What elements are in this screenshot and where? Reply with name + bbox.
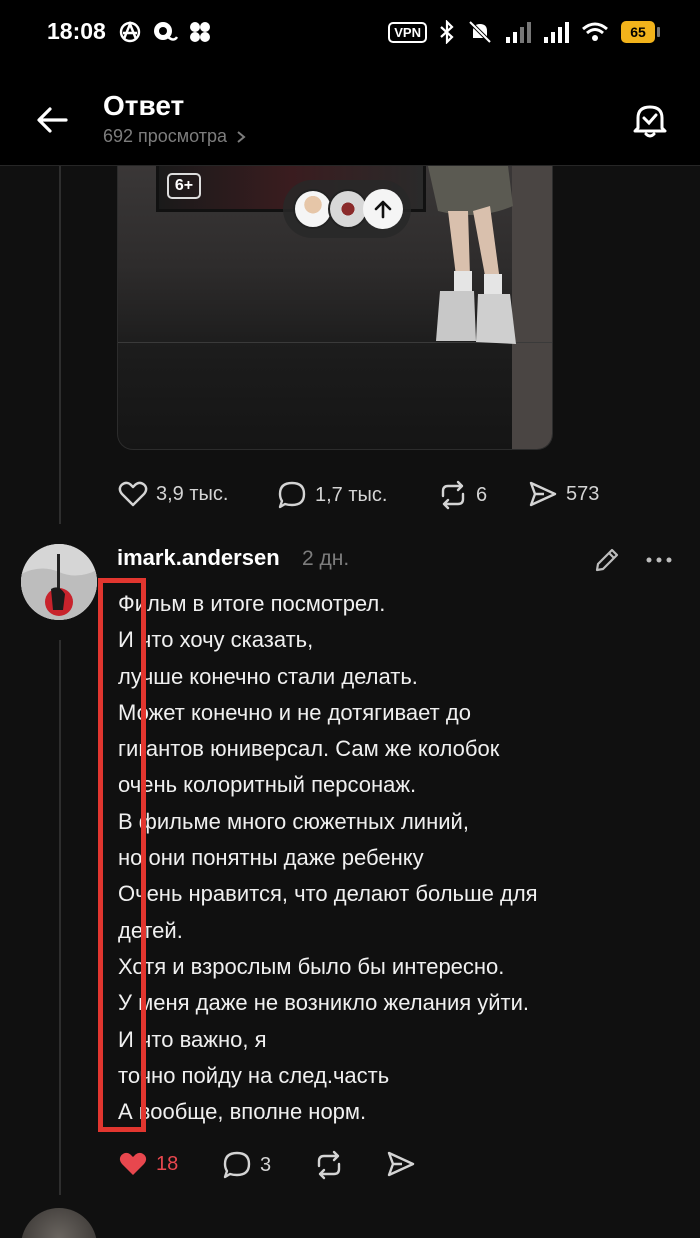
comment-time: 2 дн.: [302, 547, 350, 570]
post-image[interactable]: 6+: [117, 166, 553, 450]
comment-line: Может конечно и не дотягивает до: [118, 699, 471, 725]
repost-count: 6: [476, 483, 488, 506]
scroll-up-button[interactable]: [363, 189, 403, 229]
person-legs-image: [428, 166, 516, 344]
chevron-right-icon: [237, 130, 246, 143]
bell-check-icon: [633, 105, 667, 138]
like-count: 3,9 тыс.: [156, 482, 229, 505]
views-count: 692 просмотра: [103, 126, 228, 146]
more-dots-icon: [646, 557, 672, 563]
thread-line: [59, 166, 61, 524]
bluetooth-icon: [440, 20, 454, 44]
status-bar: 18:08 VPN 65: [0, 0, 700, 62]
comment-line: Очень нравится, что делают больше для: [118, 881, 538, 907]
comment-line: И что хочу сказать,: [118, 627, 314, 653]
comment-text: Фильм в итоге посмотрел. И что хочу сказ…: [118, 586, 688, 1130]
comment-button[interactable]: 3: [222, 1150, 271, 1180]
share-button[interactable]: [386, 1150, 416, 1178]
back-button[interactable]: [30, 98, 74, 142]
status-notification-icons: [118, 20, 212, 44]
reply-count: 3: [260, 1153, 272, 1176]
comment-line: но они понятны даже ребенку: [118, 845, 424, 871]
status-system-icons: VPN 65: [388, 20, 660, 44]
dots-cluster-icon: [190, 22, 210, 42]
thread-line: [59, 640, 61, 1195]
comment-line: И что важно, я: [118, 1026, 267, 1052]
post-actions: 3,9 тыс. 1,7 тыс. 6 573: [0, 480, 700, 512]
send-icon: [387, 1151, 415, 1177]
avatar[interactable]: [21, 544, 97, 620]
share-count: 573: [566, 482, 600, 505]
comment-line: точно пойду на след.часть: [118, 1062, 390, 1088]
status-time: 18:08: [47, 18, 106, 44]
comment-line: У меня даже не возникло желания уйти.: [118, 990, 530, 1016]
like-count: 18: [156, 1152, 179, 1175]
highlight-annotation: [98, 578, 146, 1132]
like-button[interactable]: 3,9 тыс.: [118, 480, 228, 508]
avatar-image: [21, 544, 97, 620]
wifi-icon: [582, 22, 608, 41]
comment-line: А вообще, вполне норм.: [118, 1099, 367, 1125]
comment-line: гигантов юниверсал. Сам же колобок: [118, 736, 500, 762]
comment-line: лучше конечно стали делать.: [118, 663, 418, 689]
edit-button[interactable]: [592, 545, 622, 575]
heart-outline-icon: [118, 481, 148, 507]
age-rating-badge: 6+: [167, 173, 201, 199]
comment-line: очень колоритный персонаж.: [118, 772, 417, 798]
arrow-up-icon: [374, 200, 392, 219]
mute-icon: [468, 20, 492, 44]
like-button[interactable]: 18: [118, 1150, 178, 1178]
pencil-icon: [595, 548, 619, 572]
repost-icon: [317, 1150, 341, 1180]
comment-author[interactable]: imark.andersen: [117, 545, 280, 571]
comment-line: Фильм в итоге посмотрел.: [118, 591, 386, 616]
avatar: [293, 189, 333, 229]
page-title: Ответ: [103, 90, 185, 121]
thread-header: Ответ 692 просмотра: [0, 62, 700, 166]
comment-button[interactable]: 1,7 тыс.: [277, 480, 387, 510]
repost-avatars[interactable]: [283, 180, 411, 238]
share-button[interactable]: 573: [528, 480, 599, 508]
avatar[interactable]: [21, 1208, 97, 1238]
comment-line: В фильме много сюжетных линий,: [118, 808, 469, 834]
send-icon: [529, 481, 557, 507]
speech-bubble-icon: [278, 481, 306, 509]
battery-indicator: 65: [621, 21, 660, 43]
signal-icon: [544, 22, 569, 43]
repost-button[interactable]: 6: [438, 480, 487, 510]
views-link[interactable]: 692 просмотра: [103, 126, 247, 147]
speech-bubble-icon: [223, 1151, 251, 1179]
signal-icon: [506, 22, 531, 43]
vpn-badge: VPN: [388, 21, 427, 43]
repost-icon: [441, 480, 465, 510]
chat-app-icon: [154, 22, 178, 41]
notifications-button[interactable]: [628, 98, 672, 142]
repost-button[interactable]: [314, 1150, 344, 1180]
arrow-left-icon: [37, 107, 68, 133]
avatar: [328, 189, 368, 229]
anarchy-icon: [119, 20, 141, 43]
more-options-button[interactable]: [644, 545, 674, 575]
comment-count: 1,7 тыс.: [315, 483, 388, 506]
comment-actions: 18 3: [0, 1150, 700, 1182]
comment-line: детей.: [118, 917, 183, 943]
heart-filled-icon: [119, 1152, 147, 1175]
comment-line: Хотя и взрослым было бы интересно.: [118, 953, 505, 979]
